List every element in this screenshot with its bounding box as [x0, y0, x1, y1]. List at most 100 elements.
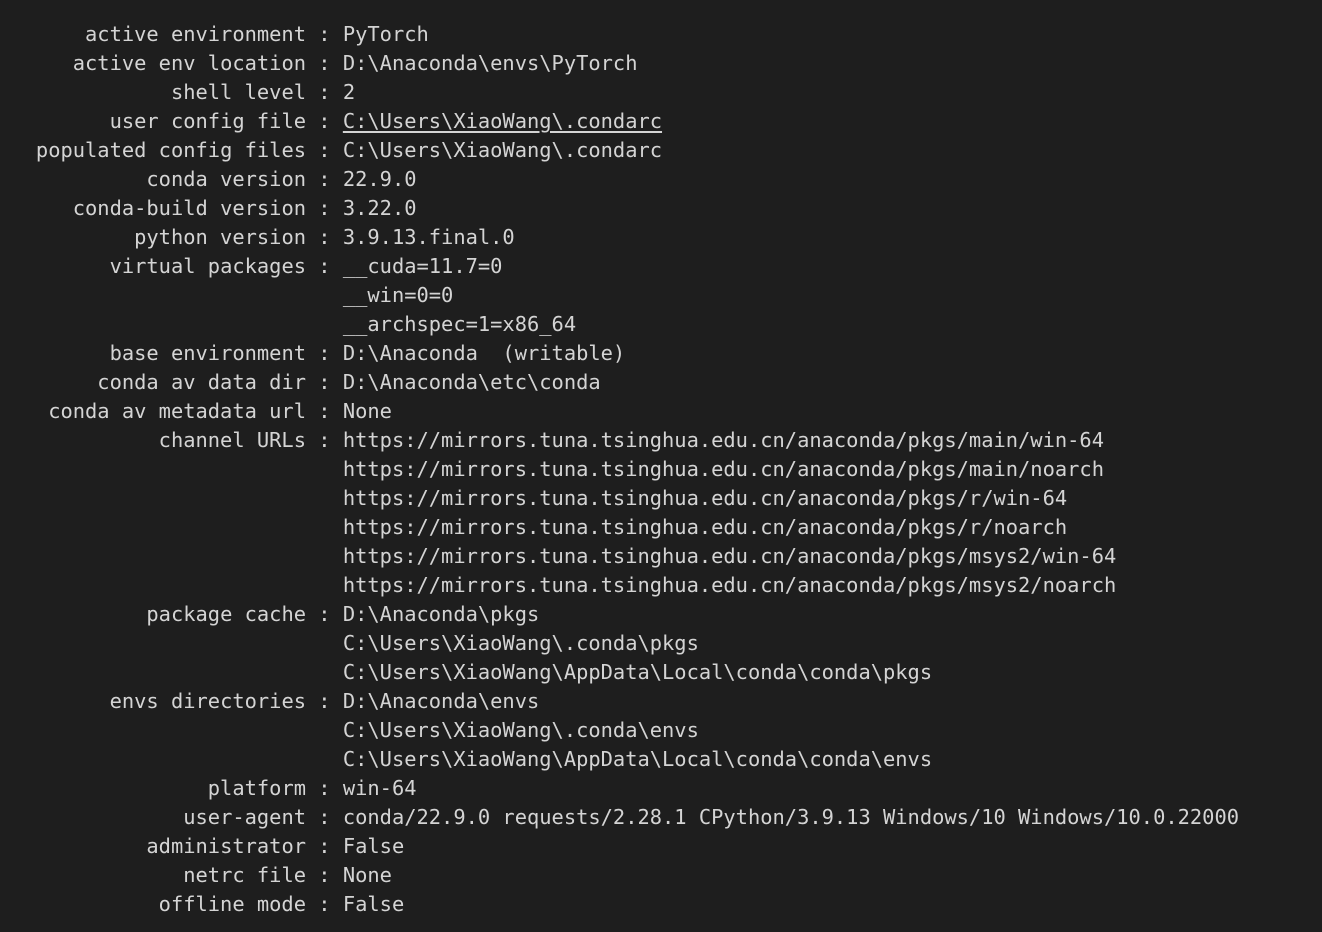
- info-separator: :: [306, 399, 343, 423]
- info-value: 3.9.13.final.0: [342, 225, 515, 249]
- info-label: netrc file: [183, 863, 306, 887]
- info-label: populated config files: [35, 138, 306, 162]
- info-row: user config file : C:\Users\XiaoWang\.co…: [0, 107, 1322, 136]
- info-separator: :: [306, 196, 343, 220]
- info-value: C:\Users\XiaoWang\.condarc: [342, 138, 663, 162]
- info-row: populated config files : C:\Users\XiaoWa…: [0, 136, 1322, 165]
- info-separator: [306, 486, 343, 510]
- info-row: user-agent : conda/22.9.0 requests/2.28.…: [0, 803, 1322, 832]
- info-value: C:\Users\XiaoWang\AppData\Local\conda\co…: [342, 660, 933, 684]
- info-value: 3.22.0: [342, 196, 417, 220]
- info-label: user-agent: [183, 805, 306, 829]
- info-separator: :: [306, 109, 343, 133]
- info-row: conda av data dir : D:\Anaconda\etc\cond…: [0, 368, 1322, 397]
- info-row: channel URLs : https://mirrors.tuna.tsin…: [0, 426, 1322, 455]
- info-separator: :: [306, 834, 343, 858]
- info-value: 22.9.0: [342, 167, 417, 191]
- info-separator: [306, 515, 343, 539]
- info-separator: :: [306, 254, 343, 278]
- info-row: envs directories : D:\Anaconda\envs: [0, 687, 1322, 716]
- info-value: win-64: [342, 776, 417, 800]
- info-value: https://mirrors.tuna.tsinghua.edu.cn/ana…: [342, 486, 1068, 510]
- info-separator: :: [306, 225, 343, 249]
- info-separator: :: [306, 167, 343, 191]
- info-value-link[interactable]: C:\Users\XiaoWang\.condarc: [343, 109, 662, 133]
- info-row-continuation: __win=0=0: [0, 281, 1322, 310]
- info-separator: :: [306, 51, 343, 75]
- info-row: administrator : False: [0, 832, 1322, 861]
- info-label: conda av data dir: [97, 370, 306, 394]
- info-row: platform : win-64: [0, 774, 1322, 803]
- info-row: active environment : PyTorch: [0, 20, 1322, 49]
- info-row-continuation: https://mirrors.tuna.tsinghua.edu.cn/ana…: [0, 484, 1322, 513]
- info-row: virtual packages : __cuda=11.7=0: [0, 252, 1322, 281]
- info-row: shell level : 2: [0, 78, 1322, 107]
- info-label: conda-build version: [72, 196, 306, 220]
- info-label: envs directories: [109, 689, 306, 713]
- info-value: 2: [342, 80, 356, 104]
- info-label: active environment: [85, 22, 306, 46]
- info-row: python version : 3.9.13.final.0: [0, 223, 1322, 252]
- info-row: active env location : D:\Anaconda\envs\P…: [0, 49, 1322, 78]
- info-value: https://mirrors.tuna.tsinghua.edu.cn/ana…: [342, 457, 1104, 481]
- info-separator: :: [306, 80, 343, 104]
- info-value: D:\Anaconda\envs\PyTorch: [342, 51, 638, 75]
- info-label: channel URLs: [158, 428, 306, 452]
- info-row: conda av metadata url : None: [0, 397, 1322, 426]
- info-value: C:\Users\XiaoWang\.conda\envs: [342, 718, 699, 742]
- info-separator: :: [306, 602, 343, 626]
- info-value: __win=0=0: [342, 283, 454, 307]
- info-label: virtual packages: [109, 254, 306, 278]
- info-value: https://mirrors.tuna.tsinghua.edu.cn/ana…: [342, 515, 1068, 539]
- info-row: offline mode : False: [0, 890, 1322, 919]
- info-row-continuation: C:\Users\XiaoWang\.conda\envs: [0, 716, 1322, 745]
- info-value: D:\Anaconda\etc\conda: [342, 370, 601, 394]
- info-row: netrc file : None: [0, 861, 1322, 890]
- info-value: C:\Users\XiaoWang\.conda\pkgs: [342, 631, 699, 655]
- info-separator: [306, 631, 343, 655]
- info-separator: [306, 718, 343, 742]
- info-separator: :: [306, 776, 343, 800]
- info-row-continuation: https://mirrors.tuna.tsinghua.edu.cn/ana…: [0, 571, 1322, 600]
- info-value: False: [342, 892, 405, 916]
- info-separator: [306, 573, 343, 597]
- info-separator: :: [306, 138, 343, 162]
- info-value: https://mirrors.tuna.tsinghua.edu.cn/ana…: [342, 544, 1117, 568]
- info-row-continuation: __archspec=1=x86_64: [0, 310, 1322, 339]
- info-label: administrator: [146, 834, 306, 858]
- terminal-output[interactable]: active environment : PyTorch active env l…: [0, 0, 1322, 932]
- info-separator: [306, 544, 343, 568]
- info-value: __archspec=1=x86_64: [342, 312, 577, 336]
- info-separator: [306, 457, 343, 481]
- info-row: package cache : D:\Anaconda\pkgs: [0, 600, 1322, 629]
- info-separator: [306, 283, 343, 307]
- info-value: __cuda=11.7=0: [342, 254, 503, 278]
- info-separator: :: [306, 22, 343, 46]
- info-separator: [306, 747, 343, 771]
- info-value: https://mirrors.tuna.tsinghua.edu.cn/ana…: [342, 428, 1104, 452]
- info-separator: :: [306, 341, 343, 365]
- info-separator: :: [306, 370, 343, 394]
- info-label: active env location: [72, 51, 306, 75]
- info-value: https://mirrors.tuna.tsinghua.edu.cn/ana…: [342, 573, 1117, 597]
- info-row: conda-build version : 3.22.0: [0, 194, 1322, 223]
- info-separator: :: [306, 863, 343, 887]
- info-separator: :: [306, 428, 343, 452]
- info-label: user config file: [109, 109, 306, 133]
- info-separator: :: [306, 689, 343, 713]
- info-row-continuation: https://mirrors.tuna.tsinghua.edu.cn/ana…: [0, 513, 1322, 542]
- info-label: platform: [207, 776, 306, 800]
- info-value: None: [342, 399, 392, 423]
- info-value: D:\Anaconda\pkgs: [342, 602, 540, 626]
- info-row: conda version : 22.9.0: [0, 165, 1322, 194]
- info-value: C:\Users\XiaoWang\AppData\Local\conda\co…: [342, 747, 933, 771]
- info-value: D:\Anaconda (writable): [342, 341, 626, 365]
- info-separator: :: [306, 805, 343, 829]
- info-value: False: [342, 834, 405, 858]
- info-separator: [306, 660, 343, 684]
- info-separator: :: [306, 892, 343, 916]
- info-label: offline mode: [158, 892, 306, 916]
- info-value: None: [342, 863, 392, 887]
- info-value: conda/22.9.0 requests/2.28.1 CPython/3.9…: [342, 805, 1240, 829]
- info-row-continuation: https://mirrors.tuna.tsinghua.edu.cn/ana…: [0, 542, 1322, 571]
